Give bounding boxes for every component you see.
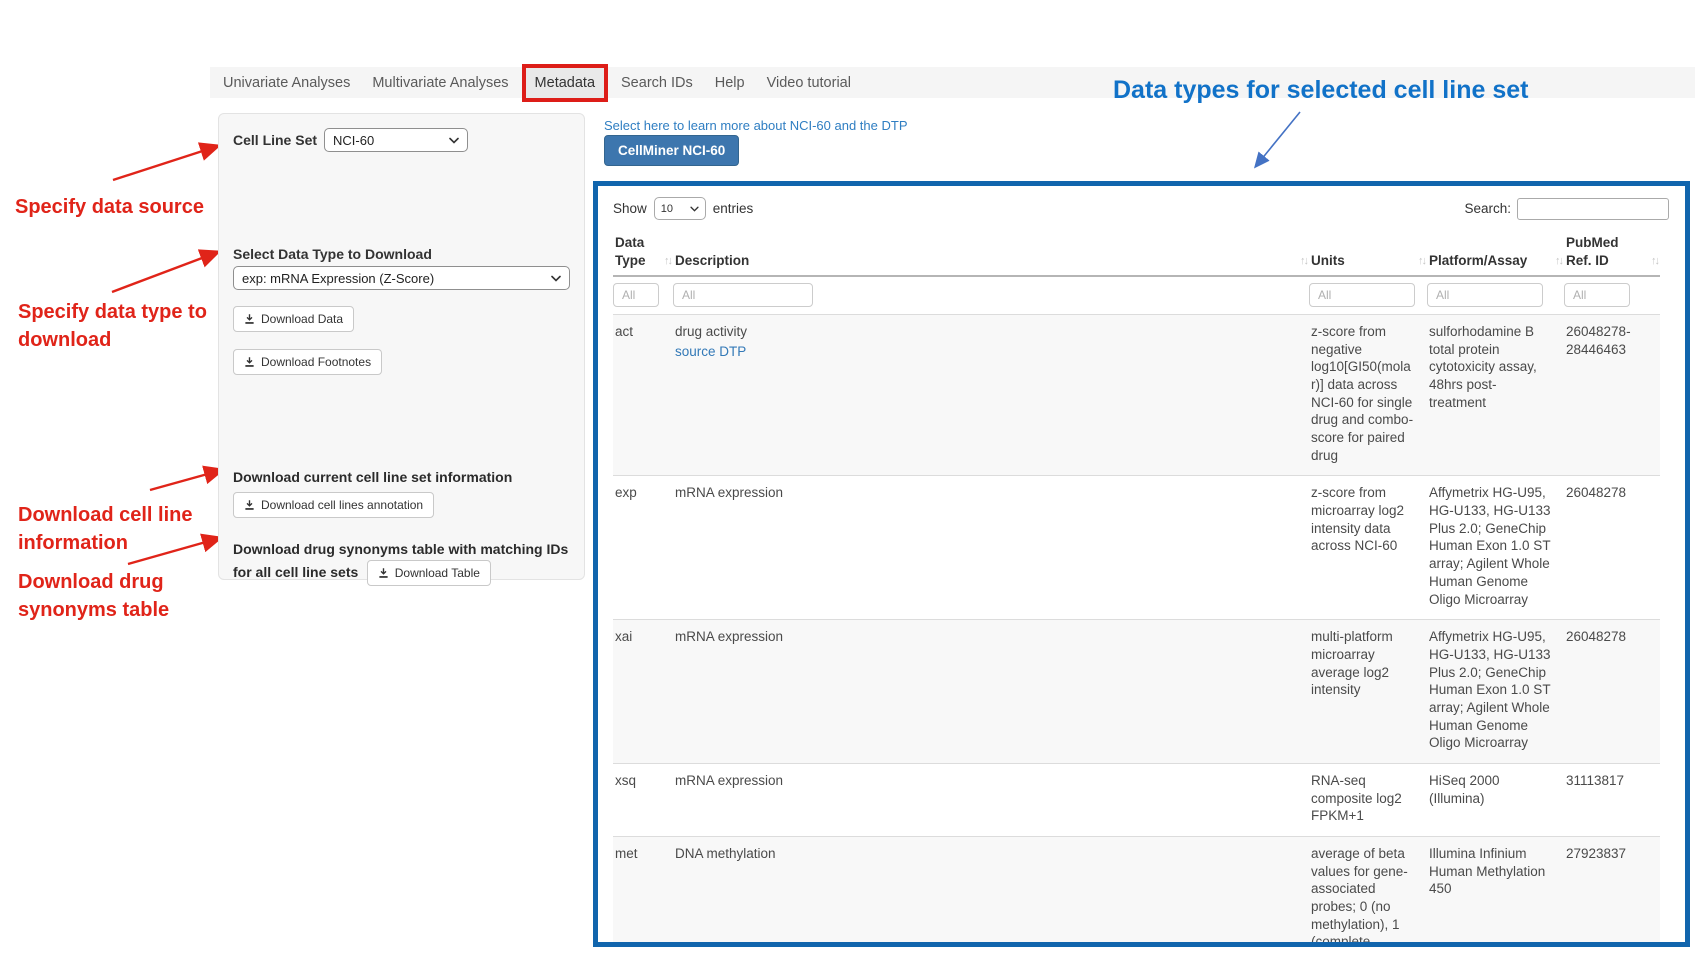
nav-multivariate-analyses[interactable]: Multivariate Analyses [361, 75, 519, 91]
control-panel: Cell Line Set NCI-60 Select Data Type to… [218, 113, 585, 580]
cell-units: average of beta values for gene-associat… [1309, 836, 1427, 947]
cell-pubmed: 31113817 [1564, 763, 1660, 836]
chevron-down-icon [449, 137, 459, 144]
nav-metadata[interactable]: Metadata [522, 64, 608, 102]
cell-description: mRNA expression [673, 620, 1309, 764]
download-data-button[interactable]: Download Data [233, 306, 354, 332]
data-types-table: Data Type↑↓ Description↑↓ Units↑↓ Platfo… [613, 230, 1660, 947]
cell-line-set-value: NCI-60 [333, 133, 374, 148]
filter-data-type-input[interactable] [613, 283, 659, 307]
col-header-pubmed-ref-id[interactable]: PubMed Ref. ID↑↓ [1564, 230, 1660, 276]
data-type-value: exp: mRNA Expression (Z-Score) [242, 271, 434, 286]
cell-line-set-row: Cell Line Set NCI-60 [233, 128, 569, 152]
nav-search-ids[interactable]: Search IDs [610, 75, 704, 91]
cell-data-type: xai [613, 620, 673, 764]
cellminer-nci60-button[interactable]: CellMiner NCI-60 [604, 135, 739, 166]
col-header-units[interactable]: Units↑↓ [1309, 230, 1427, 276]
cell-units: multi-platform microarray average log2 i… [1309, 620, 1427, 764]
show-label: Show [613, 201, 647, 216]
cell-line-set-select[interactable]: NCI-60 [324, 128, 468, 152]
cell-description: mRNA expression [673, 763, 1309, 836]
entries-label: entries [713, 201, 754, 216]
cell-pubmed: 26048278-28446463 [1564, 315, 1660, 476]
cell-data-type: act [613, 315, 673, 476]
cell-data-type: met [613, 836, 673, 947]
cell-units: z-score from microarray log2 intensity d… [1309, 476, 1427, 620]
cell-platform: Affymetrix HG-U95, HG-U133, HG-U133 Plus… [1427, 620, 1564, 764]
cell-units: z-score from negative log10[GI50(molar)]… [1309, 315, 1427, 476]
col-header-platform-assay[interactable]: Platform/Assay↑↓ [1427, 230, 1564, 276]
search-input[interactable] [1517, 198, 1669, 220]
chevron-down-icon [690, 206, 699, 212]
col-header-data-type[interactable]: Data Type↑↓ [613, 230, 673, 276]
source-dtp-link[interactable]: source DTP [675, 343, 746, 361]
sort-icon[interactable]: ↑↓ [1300, 254, 1307, 268]
filter-units-input[interactable] [1309, 283, 1415, 307]
callout-specify-data-source: Specify data source [15, 194, 215, 222]
download-footnotes-button[interactable]: Download Footnotes [233, 349, 382, 375]
download-icon [244, 499, 255, 511]
sort-icon[interactable]: ↑↓ [664, 254, 671, 268]
cell-line-info-heading: Download current cell line set informati… [233, 467, 569, 488]
data-type-label: Select Data Type to Download [233, 246, 569, 262]
callout-specify-data-type: Specify data type to download [18, 299, 223, 354]
cell-data-type: xsq [613, 763, 673, 836]
arrow-specify-type [112, 252, 218, 292]
filter-row [613, 276, 1660, 315]
chevron-down-icon [551, 275, 561, 282]
download-cell-lines-annotation-button[interactable]: Download cell lines annotation [233, 492, 434, 518]
col-header-description[interactable]: Description↑↓ [673, 230, 1309, 276]
table-row-act: act drug activitysource DTP z-score from… [613, 315, 1660, 476]
cell-platform: Affymetrix HG-U95, HG-U133, HG-U133 Plus… [1427, 476, 1564, 620]
cell-line-set-label: Cell Line Set [233, 132, 317, 148]
cell-platform: sulforhodamine B total protein cytotoxic… [1427, 315, 1564, 476]
table-row-met: met DNA methylation average of beta valu… [613, 836, 1660, 947]
table-row-exp: exp mRNA expression z-score from microar… [613, 476, 1660, 620]
cell-data-type: exp [613, 476, 673, 620]
table-controls: Show 10 entries Search: [613, 197, 1669, 220]
cell-description: drug activitysource DTP [673, 315, 1309, 476]
data-type-select[interactable]: exp: mRNA Expression (Z-Score) [233, 266, 570, 290]
filter-pubmed-input[interactable] [1564, 283, 1630, 307]
download-icon [244, 313, 255, 325]
cell-platform: Illumina Infinium Human Methylation 450 [1427, 836, 1564, 947]
filter-description-input[interactable] [673, 283, 813, 307]
sort-icon[interactable]: ↑↓ [1418, 254, 1425, 268]
cell-units: RNA-seq composite log2 FPKM+1 [1309, 763, 1427, 836]
table-row-xai: xai mRNA expression multi-platform micro… [613, 620, 1660, 764]
sort-icon[interactable]: ↑↓ [1651, 254, 1658, 268]
page-size-select[interactable]: 10 [654, 197, 706, 220]
arrow-specify-source [113, 146, 218, 180]
sort-icon[interactable]: ↑↓ [1555, 254, 1562, 268]
download-icon [378, 567, 389, 579]
filter-platform-input[interactable] [1427, 283, 1543, 307]
cell-description: mRNA expression [673, 476, 1309, 620]
nav-video-tutorial[interactable]: Video tutorial [756, 75, 862, 91]
cell-pubmed: 27923837 [1564, 836, 1660, 947]
search-label: Search: [1464, 201, 1511, 216]
arrow-data-types [1256, 112, 1300, 166]
table-row-xsq: xsq mRNA expression RNA-seq composite lo… [613, 763, 1660, 836]
cell-pubmed: 26048278 [1564, 476, 1660, 620]
page-size-value: 10 [661, 203, 673, 215]
cell-pubmed: 26048278 [1564, 620, 1660, 764]
arrow-cell-line-info [150, 470, 222, 490]
download-table-button[interactable]: Download Table [367, 560, 491, 586]
header-row: Data Type↑↓ Description↑↓ Units↑↓ Platfo… [613, 230, 1660, 276]
cell-description: DNA methylation [673, 836, 1309, 947]
callout-download-cell-line-info: Download cell line information [18, 502, 213, 557]
nav-help[interactable]: Help [704, 75, 756, 91]
nav-univariate-analyses[interactable]: Univariate Analyses [212, 75, 361, 91]
learn-more-link[interactable]: Select here to learn more about NCI-60 a… [604, 118, 908, 133]
callout-data-types: Data types for selected cell line set [1113, 73, 1528, 108]
cell-platform: HiSeq 2000 (Illumina) [1427, 763, 1564, 836]
callout-download-drug-synonyms: Download drug synonyms table [18, 569, 193, 624]
data-types-table-panel: Show 10 entries Search: Data Type↑↓ Desc… [593, 181, 1690, 947]
download-icon [244, 356, 255, 368]
